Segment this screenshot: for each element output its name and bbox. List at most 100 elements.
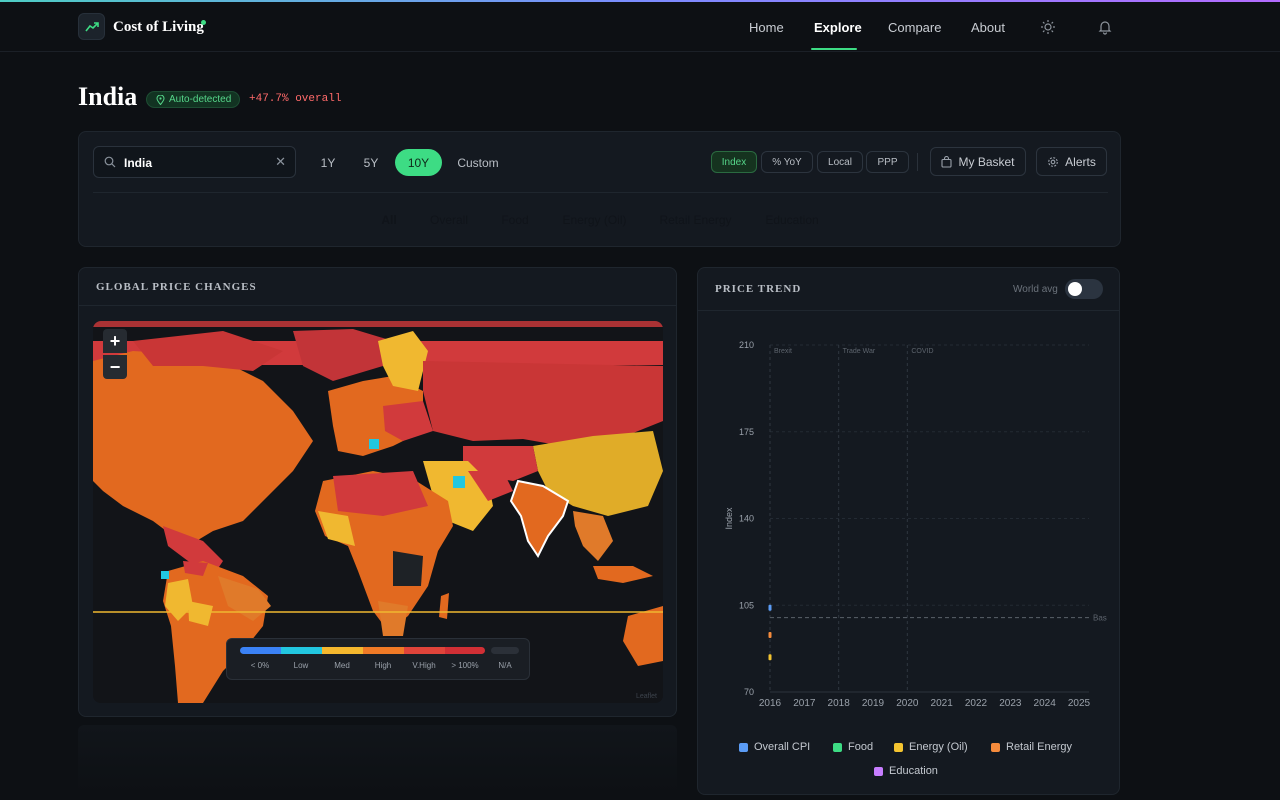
legend-label-high: High [374, 661, 392, 670]
controls-divider [93, 192, 1108, 193]
legend-swatch-over100 [445, 647, 485, 654]
category-all[interactable]: All [368, 207, 410, 233]
y-tick-label: 105 [739, 600, 754, 610]
legend-swatch-high [363, 647, 404, 654]
nav-home[interactable]: Home [749, 20, 784, 35]
my-basket-label: My Basket [958, 154, 1015, 169]
clear-icon[interactable]: ✕ [275, 154, 286, 170]
legend-item-education[interactable]: Education [874, 765, 938, 777]
legend-dot [991, 742, 1000, 752]
category-education[interactable]: Education [752, 207, 832, 233]
event-label: Brexit [774, 348, 792, 355]
badge-label: Auto-detected [169, 94, 232, 105]
mode-ppp[interactable]: PPP [866, 151, 909, 173]
x-tick-label: 2021 [931, 698, 954, 709]
bag-icon [941, 155, 953, 168]
map-panel-title: GLOBAL PRICE CHANGES [96, 281, 257, 293]
category-retail-energy[interactable]: Retail Energy [646, 207, 745, 233]
legend-item-retail-energy[interactable]: Retail Energy [991, 741, 1072, 753]
data-point-overall-cpi [768, 604, 772, 611]
y-tick-label: 210 [739, 340, 754, 350]
map-panel-divider [79, 305, 676, 306]
legend-label-low: Low [293, 661, 309, 670]
legend-swatch-vhigh [404, 647, 445, 654]
category-food[interactable]: Food [488, 207, 542, 233]
y-tick-label: 70 [744, 687, 754, 697]
x-tick-label: 2016 [759, 698, 782, 709]
toggle-knob [1068, 282, 1082, 296]
my-basket-button[interactable]: My Basket [930, 147, 1026, 176]
status-dot [201, 20, 206, 25]
world-avg-toggle[interactable] [1065, 279, 1103, 299]
x-tick-label: 2020 [896, 698, 919, 709]
price-trend-chart[interactable]: 70 105 140 175 210 2016 2017 2018 2019 2020 2021 20… [698, 328, 1119, 718]
map-attribution[interactable]: Leaflet [636, 693, 657, 700]
y-tick-label: 175 [739, 427, 754, 437]
legend-dot [874, 766, 883, 776]
mode-yoy[interactable]: % YoY [761, 151, 813, 173]
baseline-label: Bas [1093, 614, 1107, 623]
nav-explore[interactable]: Explore [814, 20, 862, 35]
trend-panel-divider [698, 310, 1119, 311]
auto-detected-badge: Auto-detected [146, 91, 241, 108]
legend-swatch-med [322, 647, 363, 654]
legend-dot [739, 742, 748, 752]
range-1y[interactable]: 1Y [315, 149, 341, 176]
central-africa[interactable] [393, 551, 423, 586]
data-point-retail-energy [768, 631, 772, 638]
y-axis-label: Index [724, 507, 734, 530]
app-title[interactable]: Cost of Living [113, 19, 204, 36]
event-label: COVID [911, 348, 933, 355]
y-tick-label: 140 [739, 514, 754, 524]
alerts-button[interactable]: Alerts [1036, 147, 1107, 176]
x-tick-label: 2022 [965, 698, 988, 709]
legend-label-over100: > 100% [451, 661, 479, 670]
zoom-in-button[interactable]: + [103, 329, 127, 353]
search-input[interactable]: India ✕ [93, 146, 296, 178]
range-custom[interactable]: Custom [453, 149, 503, 176]
legend-label-na: N/A [498, 661, 512, 670]
legend-label-vhigh: V.High [412, 661, 436, 670]
legend-label-med: Med [334, 661, 350, 670]
bell-icon[interactable] [1097, 19, 1113, 35]
category-energy-oil[interactable]: Energy (Oil) [549, 207, 640, 233]
nav-about[interactable]: About [971, 20, 1005, 35]
mode-index[interactable]: Index [711, 151, 757, 173]
range-10y[interactable]: 10Y [395, 149, 442, 176]
data-point-energy-oil- [768, 654, 772, 661]
alerts-label: Alerts [1065, 154, 1096, 169]
balkan-country[interactable] [369, 439, 379, 449]
world-map[interactable]: + − < 0% Low Med High V.High > 100% N/A … [93, 321, 663, 703]
trend-panel-title: PRICE TREND [715, 283, 802, 295]
x-tick-label: 2024 [1034, 698, 1057, 709]
trend-panel: PRICE TREND World avg 70 105 140 175 210 2016… [697, 267, 1120, 795]
toolbar-divider [917, 153, 918, 171]
legend-item-overall-cpi[interactable]: Overall CPI [739, 741, 810, 753]
sun-icon[interactable] [1040, 19, 1056, 35]
south-africa[interactable] [378, 601, 408, 636]
map-legend: < 0% Low Med High V.High > 100% N/A [226, 638, 530, 680]
nav-compare[interactable]: Compare [888, 20, 941, 35]
ecuador[interactable] [161, 571, 169, 579]
page-title: India [78, 82, 138, 111]
search-value[interactable]: India [124, 156, 152, 170]
legend-item-food[interactable]: Food [833, 741, 873, 753]
top-nav: Cost of Living Home Explore Compare Abou… [0, 2, 1280, 52]
category-overall[interactable]: Overall [417, 207, 481, 233]
legend-swatch-low [281, 647, 322, 654]
legend-item-energy-oil[interactable]: Energy (Oil) [894, 741, 968, 753]
mode-local[interactable]: Local [817, 151, 863, 173]
zoom-out-button[interactable]: − [103, 355, 127, 379]
gear-icon [1048, 156, 1059, 167]
event-label: Trade War [843, 348, 876, 355]
overall-change: +47.7% overall [249, 93, 342, 105]
iraq[interactable] [453, 476, 465, 488]
logo-trend-icon[interactable] [78, 13, 105, 40]
x-tick-label: 2019 [862, 698, 885, 709]
legend-dot [833, 742, 842, 752]
search-icon [104, 156, 116, 168]
range-5y[interactable]: 5Y [358, 149, 384, 176]
controls-panel: India ✕ 1Y 5Y 10Y Custom Index % YoY Loc… [78, 131, 1121, 247]
x-tick-label: 2023 [999, 698, 1022, 709]
panel-fade [78, 725, 677, 795]
